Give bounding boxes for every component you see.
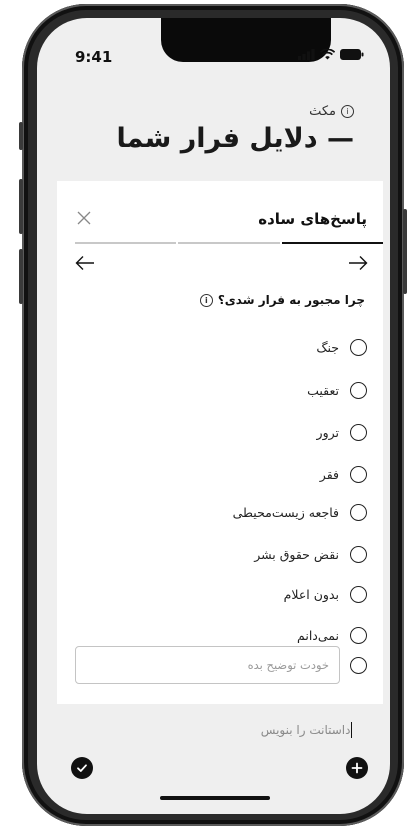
option-label: فاجعه زیست‌محیطی	[232, 505, 339, 520]
arrow-right-icon[interactable]	[347, 254, 369, 272]
pause-text: مکث	[309, 104, 336, 119]
status-icons	[298, 49, 364, 60]
option-war[interactable]: جنگ	[316, 339, 367, 356]
wifi-icon	[320, 49, 335, 60]
option-label: نمی‌دانم	[297, 628, 339, 643]
question-label: چرا مجبور به فرار شدی؟ i	[199, 293, 365, 307]
side-button-volume-down	[19, 249, 23, 304]
arrow-left-icon[interactable]	[74, 254, 96, 272]
card-title: پاسخ‌های ساده	[258, 210, 367, 228]
page-title: — دلایل فرار شما	[116, 123, 354, 154]
option-label: نقض حقوق بشر	[254, 547, 339, 562]
story-input[interactable]: داستانت را بنویس	[261, 722, 352, 738]
info-icon: i	[341, 105, 354, 118]
option-label: فقر	[319, 467, 339, 482]
option-poverty[interactable]: فقر	[320, 466, 367, 483]
side-button-volume-up	[19, 179, 23, 234]
other-radio-button[interactable]	[350, 657, 367, 674]
info-icon[interactable]: i	[199, 293, 213, 307]
option-label: بدون اعلام	[283, 587, 339, 602]
plus-icon	[351, 762, 363, 774]
close-icon[interactable]	[75, 209, 93, 227]
option-label: تعقیب	[307, 383, 339, 398]
option-persecution[interactable]: تعقیب	[307, 382, 367, 399]
side-button-mute	[19, 122, 23, 150]
side-button-power	[403, 209, 407, 294]
progress-step-3-active	[281, 242, 383, 244]
add-button[interactable]	[346, 757, 368, 779]
option-human-rights[interactable]: نقض حقوق بشر	[254, 546, 367, 563]
progress-step-2	[178, 242, 280, 244]
option-terror[interactable]: ترور	[317, 424, 367, 441]
confirm-button[interactable]	[71, 757, 93, 779]
radio-button[interactable]	[350, 546, 367, 563]
radio-button[interactable]	[350, 466, 367, 483]
radio-button[interactable]	[350, 382, 367, 399]
option-environmental-disaster[interactable]: فاجعه زیست‌محیطی	[233, 504, 367, 521]
option-undeclared[interactable]: بدون اعلام	[284, 586, 367, 603]
radio-button[interactable]	[350, 339, 367, 356]
battery-icon	[340, 49, 364, 60]
question-text: چرا مجبور به فرار شدی؟	[217, 293, 365, 307]
check-icon	[77, 764, 87, 772]
pause-label[interactable]: i مکث	[309, 104, 354, 119]
story-placeholder: داستانت را بنویس	[260, 723, 351, 737]
option-label: ترور	[316, 425, 339, 440]
option-dont-know[interactable]: نمی‌دانم	[297, 627, 367, 644]
status-time: 9:41	[75, 48, 113, 66]
radio-button[interactable]	[350, 586, 367, 603]
radio-button[interactable]	[350, 424, 367, 441]
step-progress	[75, 242, 383, 244]
other-reason-input[interactable]	[75, 646, 340, 684]
radio-button[interactable]	[350, 627, 367, 644]
question-card: پاسخ‌های ساده چرا مجبور به فرار شدی؟ i ج…	[57, 181, 383, 704]
radio-button[interactable]	[350, 504, 367, 521]
home-indicator[interactable]	[160, 796, 270, 800]
app-screen: 9:41 i مکث — دلایل فرار شما پاسخ‌های ساد…	[37, 18, 390, 814]
progress-step-1	[75, 242, 177, 244]
signal-icon	[298, 49, 315, 60]
option-label: جنگ	[316, 340, 339, 355]
